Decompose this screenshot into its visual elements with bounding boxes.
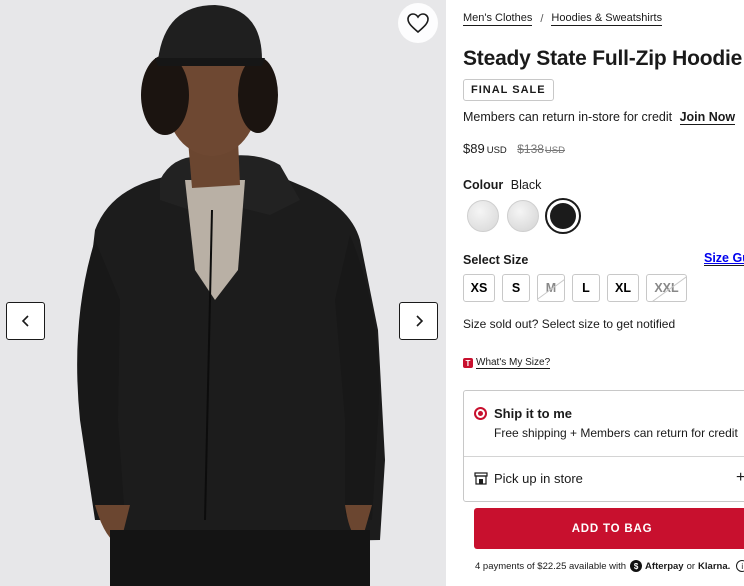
- store-icon: [474, 472, 488, 485]
- ship-it-to-me-subtext: Free shipping + Members can return for c…: [494, 426, 738, 440]
- original-price: $138: [517, 142, 544, 156]
- product-details-panel: Men's Clothes / Hoodies & Sweatshirts St…: [446, 0, 744, 586]
- installment-text: 4 payments of $22.25 available with: [475, 560, 627, 572]
- breadcrumb-hoodies-sweatshirts[interactable]: Hoodies & Sweatshirts: [551, 12, 663, 26]
- colour-selection: Colour Black: [463, 178, 541, 192]
- expand-pickup-icon[interactable]: +: [736, 469, 744, 487]
- next-image-button[interactable]: [399, 302, 438, 340]
- sale-price: $89: [463, 141, 485, 156]
- afterpay-label: Afterpay: [645, 560, 684, 572]
- product-image: [0, 0, 446, 586]
- colour-swatch-black[interactable]: [545, 198, 581, 234]
- size-label: Select Size: [463, 253, 529, 267]
- product-title: Steady State Full-Zip Hoodie: [463, 47, 743, 70]
- colour-swatch-light-heather-grey[interactable]: [467, 200, 499, 232]
- sale-price-currency: USD: [486, 145, 507, 156]
- size-button-xxl[interactable]: XXL: [646, 274, 687, 302]
- members-return-note: Members can return in-store for credit J…: [463, 110, 736, 125]
- breadcrumb-mens-clothes[interactable]: Men's Clothes: [463, 12, 533, 26]
- size-button-xs[interactable]: XS: [463, 274, 495, 302]
- size-guide-link[interactable]: Size Gu: [704, 251, 744, 266]
- whats-my-size: T What's My Size?: [463, 357, 551, 369]
- size-button-m[interactable]: M: [537, 274, 565, 302]
- final-sale-badge: FINAL SALE: [463, 79, 554, 101]
- price: $89 USD $138USD: [463, 140, 565, 158]
- original-price-currency: USD: [544, 145, 565, 156]
- klarna-label: Klarna.: [698, 560, 731, 572]
- radio-dot: [478, 411, 483, 416]
- breadcrumb-separator: /: [540, 13, 544, 25]
- join-now-link[interactable]: Join Now: [679, 110, 736, 125]
- swatch-fill: [550, 203, 576, 229]
- fulfillment-divider: [464, 456, 744, 457]
- whats-my-size-link[interactable]: What's My Size?: [476, 357, 551, 369]
- ship-it-to-me-title[interactable]: Ship it to me: [494, 406, 572, 421]
- pick-up-in-store-option[interactable]: Pick up in store: [494, 471, 583, 486]
- payments-or: or: [686, 560, 696, 572]
- selected-colour: Black: [510, 178, 542, 192]
- product-gallery: [0, 0, 446, 586]
- colour-swatch-light-grey[interactable]: [507, 200, 539, 232]
- size-button-s[interactable]: S: [502, 274, 530, 302]
- size-button-xl[interactable]: XL: [607, 274, 639, 302]
- wishlist-button[interactable]: [398, 3, 438, 43]
- chevron-left-icon: [21, 315, 29, 327]
- fit-tool-icon: T: [463, 358, 473, 368]
- heart-icon: [407, 13, 429, 34]
- chevron-right-icon: [415, 315, 423, 327]
- info-icon[interactable]: i: [736, 560, 744, 572]
- size-button-l[interactable]: L: [572, 274, 600, 302]
- add-to-bag-button[interactable]: ADD TO BAG: [474, 508, 744, 549]
- afterpay-icon: $: [630, 560, 643, 572]
- installment-payments: 4 payments of $22.25 available with $ Af…: [475, 560, 744, 572]
- previous-image-button[interactable]: [6, 302, 45, 340]
- members-return-text: Members can return in-store for credit: [463, 110, 673, 124]
- size-sold-out-notice: Size sold out? Select size to get notifi…: [463, 317, 676, 331]
- ship-radio-selected[interactable]: [474, 407, 487, 420]
- fulfillment-options: Ship it to me Free shipping + Members ca…: [463, 390, 744, 502]
- colour-label: Colour: [463, 178, 504, 192]
- breadcrumb: Men's Clothes / Hoodies & Sweatshirts: [463, 12, 663, 26]
